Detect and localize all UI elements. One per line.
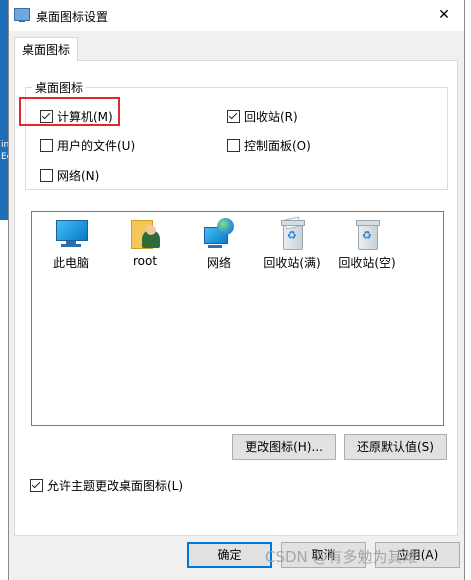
- annotation-highlight-box: [19, 97, 120, 126]
- checkbox-box[interactable]: [227, 139, 240, 152]
- icon-label: 此电脑: [52, 256, 89, 270]
- recycle-bin-full-icon: ♻: [275, 216, 309, 250]
- this-pc-icon: [54, 218, 88, 250]
- list-item-network[interactable]: 网络: [184, 218, 254, 271]
- checkbox-label: 允许主题更改桌面图标(L): [47, 479, 184, 493]
- list-item-this-pc[interactable]: 此电脑: [36, 218, 106, 271]
- list-item-recycle-bin-empty[interactable]: ♻ 回收站(空): [332, 218, 402, 271]
- icon-label: 回收站(满): [263, 256, 321, 270]
- icon-label: 回收站(空): [338, 256, 396, 270]
- icon-label: 网络: [206, 256, 231, 270]
- icon-label: root: [132, 254, 158, 268]
- list-item-user-folder[interactable]: root: [110, 218, 180, 268]
- checkbox-control-panel[interactable]: 控制面板(O): [227, 137, 311, 154]
- checkbox-allow-themes[interactable]: 允许主题更改桌面图标(L): [30, 477, 183, 494]
- checkbox-recycle-bin[interactable]: 回收站(R): [227, 108, 298, 125]
- tab-desktop-icons[interactable]: 桌面图标: [14, 37, 78, 62]
- checkbox-label: 回收站(R): [244, 110, 298, 124]
- checkbox-user-files[interactable]: 用户的文件(U): [40, 137, 135, 154]
- checkbox-box[interactable]: [30, 479, 43, 492]
- change-icon-button[interactable]: 更改图标(H)...: [232, 434, 336, 460]
- recycle-bin-empty-icon: ♻: [350, 218, 384, 250]
- title-bar[interactable]: 桌面图标设置 ✕: [9, 0, 464, 31]
- list-item-recycle-bin-full[interactable]: ♻ 回收站(满): [257, 216, 327, 271]
- checkbox-box[interactable]: [40, 169, 53, 182]
- tab-panel: 桌面图标 计算机(M) 回收站(R) 用户的文件(U) 控制面板(O) 网络(N…: [14, 60, 458, 536]
- network-icon: [202, 218, 236, 250]
- watermark: CSDN @有多勉为其难: [265, 548, 418, 566]
- desktop-icon-settings-dialog: 桌面图标设置 ✕ 桌面图标 桌面图标 计算机(M) 回收站(R) 用户的文件(U…: [8, 0, 465, 580]
- group-legend: 桌面图标: [32, 79, 87, 96]
- desktop-icon-list[interactable]: 此电脑 root 网络 ♻ 回收站(满) ♻ 回收站(空): [31, 211, 444, 426]
- checkbox-label: 网络(N): [57, 169, 100, 183]
- checkbox-label: 控制面板(O): [244, 139, 311, 153]
- desktop-settings-icon: [14, 8, 30, 22]
- checkbox-box[interactable]: [40, 139, 53, 152]
- restore-default-button[interactable]: 还原默认值(S): [344, 434, 447, 460]
- ok-button[interactable]: 确定: [187, 542, 272, 568]
- close-button[interactable]: ✕: [424, 0, 464, 31]
- user-folder-icon: [128, 218, 162, 250]
- checkbox-label: 用户的文件(U): [57, 139, 136, 153]
- checkbox-box[interactable]: [227, 110, 240, 123]
- window-title: 桌面图标设置: [36, 10, 109, 24]
- checkbox-network[interactable]: 网络(N): [40, 167, 99, 184]
